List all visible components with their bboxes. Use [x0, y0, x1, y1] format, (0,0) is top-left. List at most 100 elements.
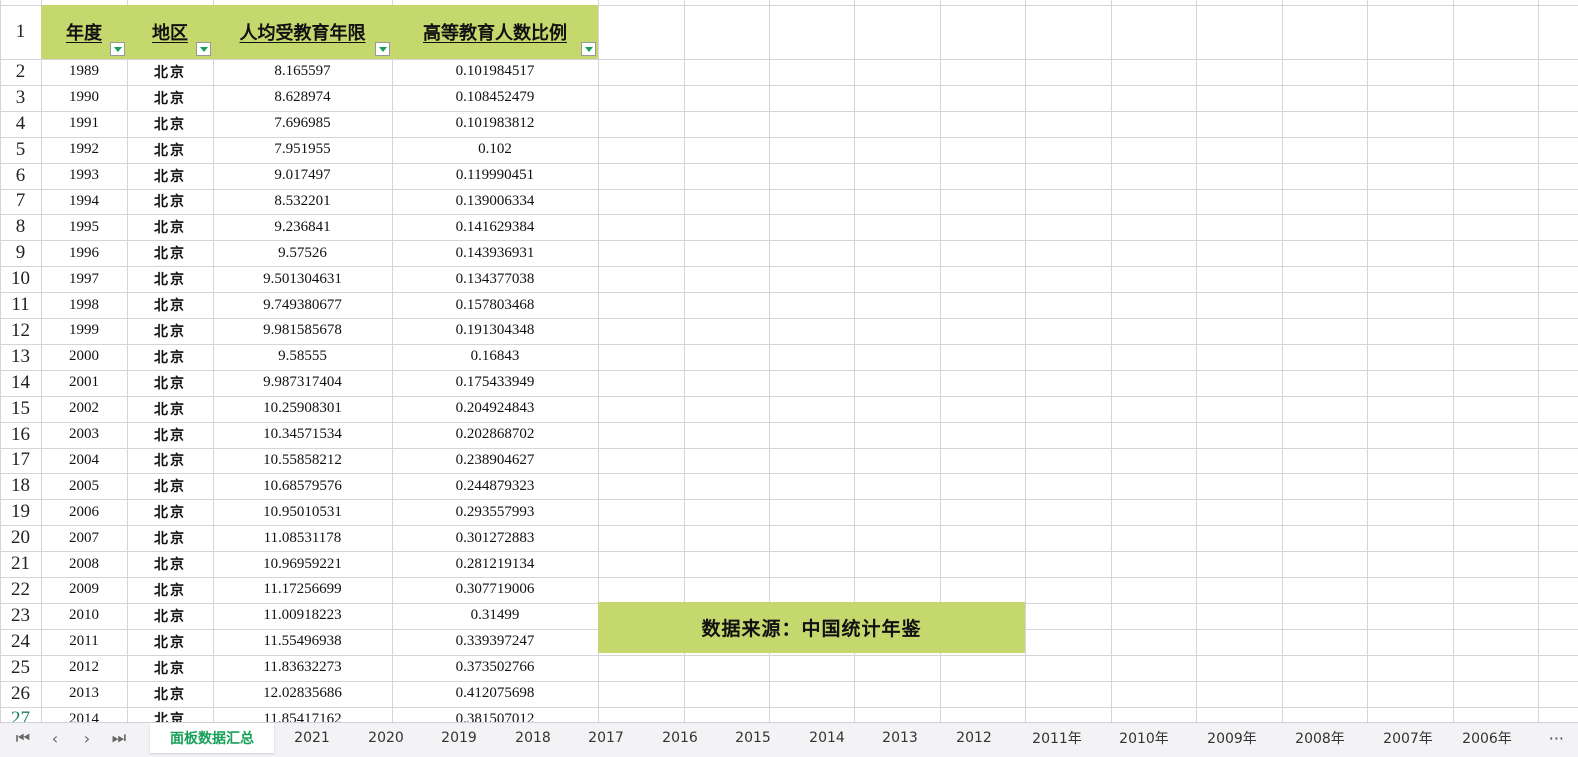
region-cell[interactable]: 北京: [127, 370, 213, 396]
year-cell[interactable]: 1992: [41, 137, 127, 163]
higher-education-ratio-cell[interactable]: 0.244879323: [392, 473, 598, 499]
row-number[interactable]: 18: [0, 473, 41, 499]
filter-dropdown-icon[interactable]: [375, 42, 390, 56]
region-cell[interactable]: 北京: [127, 577, 213, 603]
higher-education-ratio-cell[interactable]: 0.101983812: [392, 111, 598, 137]
prev-sheet-button[interactable]: ‹: [40, 723, 70, 753]
spreadsheet-grid[interactable]: 1 年度 地区 人均受教育年限 高等教育人数比例 2 1989 北京 8.165597 0.10…: [0, 0, 1578, 722]
higher-education-ratio-header[interactable]: 高等教育人数比例: [392, 5, 598, 51]
row-number[interactable]: 9: [0, 240, 41, 266]
education-years-cell[interactable]: 11.17256699: [213, 577, 392, 603]
year-cell[interactable]: 2002: [41, 396, 127, 422]
sheet-tab-2020[interactable]: 2020: [350, 723, 422, 753]
row-number[interactable]: 21: [0, 551, 41, 577]
year-cell[interactable]: 2011: [41, 629, 127, 655]
higher-education-ratio-cell[interactable]: 0.301272883: [392, 525, 598, 551]
education-years-cell[interactable]: 10.95010531: [213, 499, 392, 525]
higher-education-ratio-cell[interactable]: 0.381507012: [392, 707, 598, 722]
row-number[interactable]: 27: [0, 707, 41, 722]
year-cell[interactable]: 2010: [41, 603, 127, 629]
year-cell[interactable]: 2013: [41, 681, 127, 707]
sheet-tab-2011年[interactable]: 2011年: [1016, 723, 1098, 753]
year-cell[interactable]: 2012: [41, 655, 127, 681]
year-cell[interactable]: 1995: [41, 214, 127, 240]
sheet-tab-2010年[interactable]: 2010年: [1103, 723, 1185, 753]
education-years-cell[interactable]: 9.987317404: [213, 370, 392, 396]
row-number[interactable]: 23: [0, 603, 41, 629]
higher-education-ratio-cell[interactable]: 0.202868702: [392, 422, 598, 448]
region-cell[interactable]: 北京: [127, 240, 213, 266]
higher-education-ratio-cell[interactable]: 0.412075698: [392, 681, 598, 707]
year-cell[interactable]: 1999: [41, 318, 127, 344]
education-years-cell[interactable]: 11.00918223: [213, 603, 392, 629]
row-number[interactable]: 26: [0, 681, 41, 707]
region-cell[interactable]: 北京: [127, 214, 213, 240]
higher-education-ratio-cell[interactable]: 0.134377038: [392, 266, 598, 292]
higher-education-ratio-cell[interactable]: 0.141629384: [392, 214, 598, 240]
row-number[interactable]: 8: [0, 214, 41, 240]
education-years-cell[interactable]: 9.501304631: [213, 266, 392, 292]
year-cell[interactable]: 2001: [41, 370, 127, 396]
higher-education-ratio-cell[interactable]: 0.191304348: [392, 318, 598, 344]
education-years-cell[interactable]: 11.08531178: [213, 525, 392, 551]
year-cell[interactable]: 1989: [41, 59, 127, 85]
year-cell[interactable]: 2000: [41, 344, 127, 370]
region-cell[interactable]: 北京: [127, 499, 213, 525]
row-number[interactable]: 24: [0, 629, 41, 655]
higher-education-ratio-cell[interactable]: 0.281219134: [392, 551, 598, 577]
row-number[interactable]: 3: [0, 85, 41, 111]
education-years-cell[interactable]: 8.532201: [213, 189, 392, 215]
row-number[interactable]: 2: [0, 59, 41, 85]
education-years-cell[interactable]: 11.83632273: [213, 655, 392, 681]
next-sheet-button[interactable]: ›: [72, 723, 102, 753]
year-cell[interactable]: 1996: [41, 240, 127, 266]
higher-education-ratio-cell[interactable]: 0.16843: [392, 344, 598, 370]
region-cell[interactable]: 北京: [127, 59, 213, 85]
row-number[interactable]: 22: [0, 577, 41, 603]
row-number[interactable]: 4: [0, 111, 41, 137]
sheet-tab-2015[interactable]: 2015: [717, 723, 789, 753]
row-number[interactable]: 11: [0, 292, 41, 318]
region-cell[interactable]: 北京: [127, 629, 213, 655]
year-cell[interactable]: 1994: [41, 189, 127, 215]
higher-education-ratio-cell[interactable]: 0.143936931: [392, 240, 598, 266]
region-cell[interactable]: 北京: [127, 525, 213, 551]
filter-dropdown-icon[interactable]: [581, 42, 596, 56]
education-years-cell[interactable]: 9.981585678: [213, 318, 392, 344]
higher-education-ratio-cell[interactable]: 0.307719006: [392, 577, 598, 603]
education-years-cell[interactable]: 10.34571534: [213, 422, 392, 448]
education-years-cell[interactable]: 8.165597: [213, 59, 392, 85]
education-years-cell[interactable]: 9.017497: [213, 163, 392, 189]
row-number[interactable]: 20: [0, 525, 41, 551]
row-number[interactable]: 7: [0, 189, 41, 215]
education-years-cell[interactable]: 7.951955: [213, 137, 392, 163]
higher-education-ratio-cell[interactable]: 0.31499: [392, 603, 598, 629]
region-cell[interactable]: 北京: [127, 292, 213, 318]
year-cell[interactable]: 2009: [41, 577, 127, 603]
row-number[interactable]: 5: [0, 137, 41, 163]
sheet-tab-2009年[interactable]: 2009年: [1191, 723, 1273, 753]
education-years-cell[interactable]: 9.57526: [213, 240, 392, 266]
row-number[interactable]: 17: [0, 448, 41, 474]
row-number[interactable]: 19: [0, 499, 41, 525]
higher-education-ratio-cell[interactable]: 0.157803468: [392, 292, 598, 318]
region-cell[interactable]: 北京: [127, 163, 213, 189]
higher-education-ratio-cell[interactable]: 0.339397247: [392, 629, 598, 655]
region-cell[interactable]: 北京: [127, 448, 213, 474]
education-years-cell[interactable]: 10.68579576: [213, 473, 392, 499]
sheet-tab-2007年[interactable]: 2007年: [1367, 723, 1449, 753]
education-years-cell[interactable]: 8.628974: [213, 85, 392, 111]
higher-education-ratio-cell[interactable]: 0.101984517: [392, 59, 598, 85]
year-cell[interactable]: 1997: [41, 266, 127, 292]
region-cell[interactable]: 北京: [127, 473, 213, 499]
sheet-tab-2014[interactable]: 2014: [791, 723, 863, 753]
row-number[interactable]: 12: [0, 318, 41, 344]
education-years-cell[interactable]: 11.55496938: [213, 629, 392, 655]
higher-education-ratio-cell[interactable]: 0.293557993: [392, 499, 598, 525]
higher-education-ratio-cell[interactable]: 0.175433949: [392, 370, 598, 396]
region-cell[interactable]: 北京: [127, 344, 213, 370]
region-cell[interactable]: 北京: [127, 189, 213, 215]
higher-education-ratio-cell[interactable]: 0.119990451: [392, 163, 598, 189]
row-number[interactable]: 1: [0, 5, 41, 59]
filter-dropdown-icon[interactable]: [110, 42, 125, 56]
